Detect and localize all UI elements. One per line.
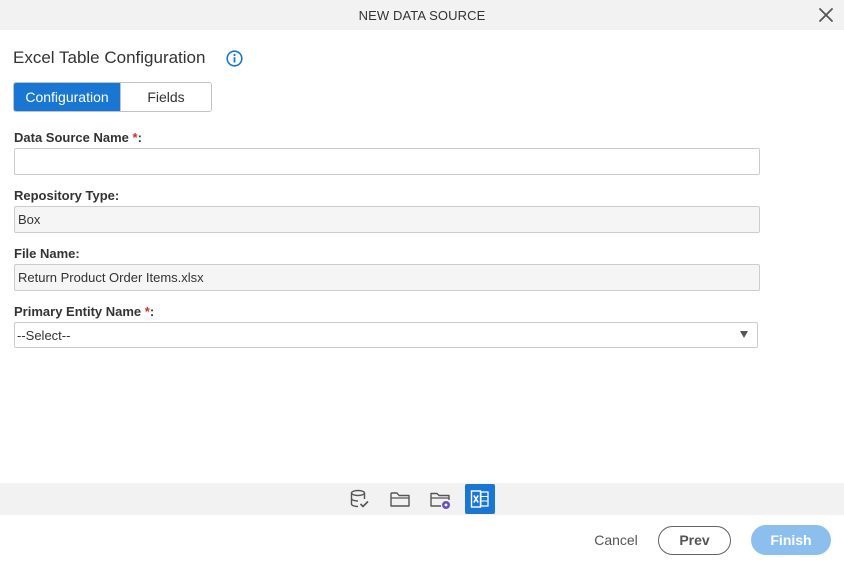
- step-file[interactable]: [425, 484, 455, 514]
- page-title: Excel Table Configuration: [13, 48, 206, 67]
- database-check-icon: [350, 489, 369, 508]
- folder-icon: [390, 492, 410, 507]
- primary-entity-name-label: Primary Entity Name *:: [14, 304, 155, 319]
- select-value: --Select--: [17, 327, 71, 343]
- folder-settings-icon: [430, 492, 450, 509]
- data-source-name-label: Data Source Name *:: [14, 130, 142, 145]
- wizard-step-bar: [0, 483, 844, 515]
- data-source-name-input[interactable]: [14, 148, 760, 175]
- tab-configuration[interactable]: Configuration: [14, 83, 120, 111]
- tab-fields[interactable]: Fields: [120, 83, 211, 111]
- chevron-down-icon: [740, 331, 748, 338]
- step-repository[interactable]: [385, 484, 415, 514]
- step-data-source[interactable]: [344, 484, 374, 514]
- dialog-titlebar: NEW DATA SOURCE: [0, 0, 844, 30]
- repository-type-field: Box: [14, 206, 760, 233]
- file-name-label: File Name:: [14, 246, 80, 261]
- prev-button[interactable]: Prev: [658, 526, 731, 555]
- file-name-field: Return Product Order Items.xlsx: [14, 264, 760, 291]
- excel-icon: [470, 490, 489, 508]
- tab-group: Configuration Fields: [13, 82, 212, 112]
- repository-type-label: Repository Type:: [14, 188, 120, 203]
- dialog-title: NEW DATA SOURCE: [358, 8, 486, 23]
- primary-entity-name-select[interactable]: --Select--: [14, 322, 758, 348]
- finish-button[interactable]: Finish: [751, 525, 831, 555]
- info-icon[interactable]: [226, 50, 243, 67]
- cancel-button[interactable]: Cancel: [586, 529, 646, 551]
- close-icon[interactable]: [818, 7, 834, 23]
- step-excel-table[interactable]: [465, 484, 495, 514]
